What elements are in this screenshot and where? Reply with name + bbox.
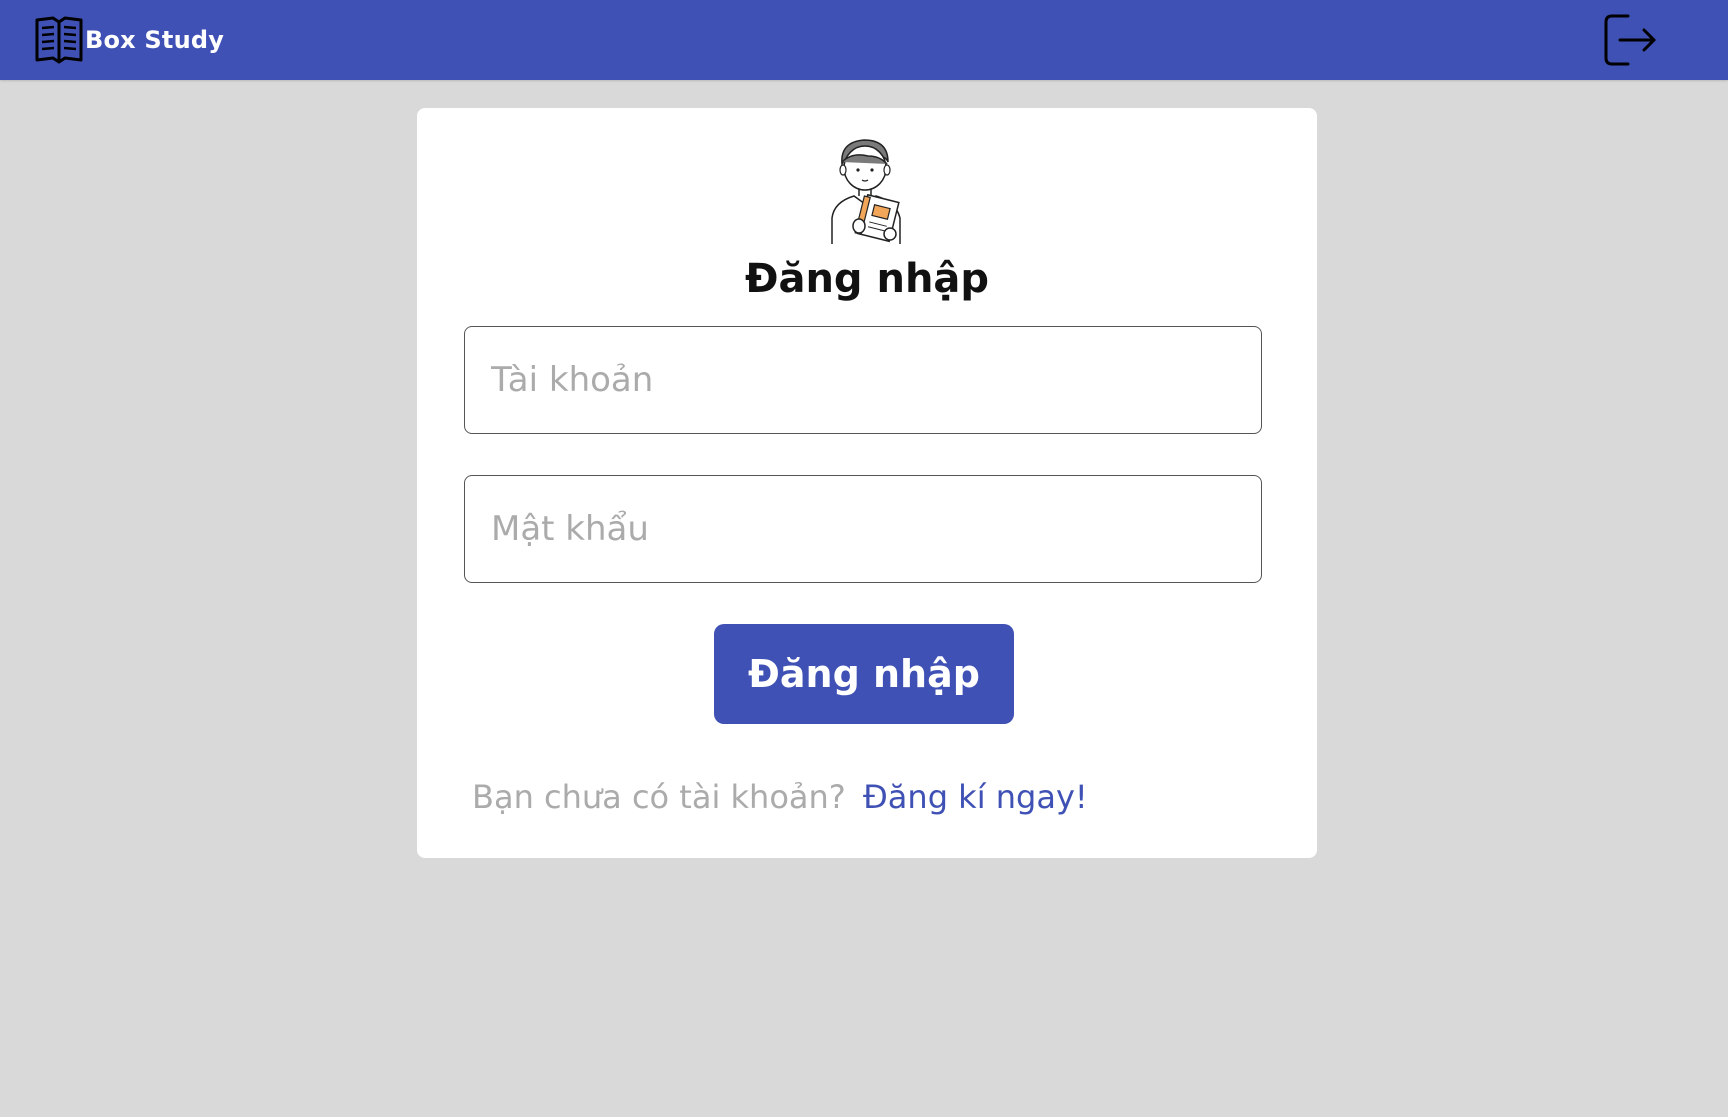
signup-row: Bạn chưa có tài khoản? Đăng kí ngay! [417, 778, 1317, 828]
page-title: Đăng nhập [744, 256, 990, 302]
password-field[interactable] [464, 475, 1262, 583]
login-card: Đăng nhập Đăng nhập Bạn chưa có tài khoả… [417, 108, 1317, 858]
student-avatar-icon [831, 139, 901, 244]
password-input[interactable] [465, 476, 1261, 582]
top-navbar: Box Study [0, 0, 1728, 80]
brand-name: Box Study [85, 26, 225, 54]
open-book-icon [35, 16, 83, 64]
brand[interactable]: Box Study [33, 14, 224, 66]
signup-link[interactable]: Đăng kí ngay! [863, 778, 1088, 816]
username-input[interactable] [465, 327, 1261, 433]
logout-icon[interactable] [1602, 12, 1658, 68]
username-field[interactable] [464, 326, 1262, 434]
login-button[interactable]: Đăng nhập [714, 624, 1014, 724]
signup-prompt: Bạn chưa có tài khoản? [472, 778, 846, 816]
